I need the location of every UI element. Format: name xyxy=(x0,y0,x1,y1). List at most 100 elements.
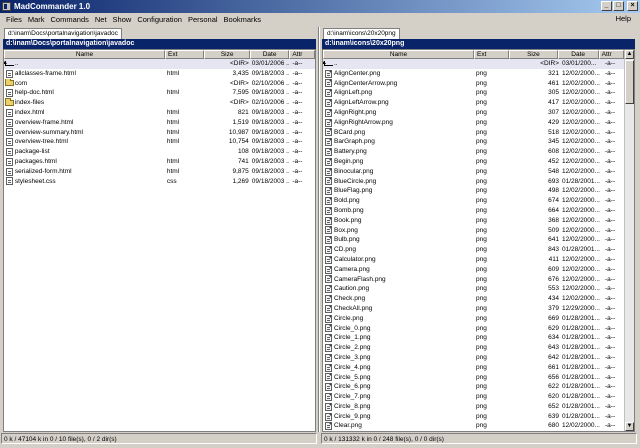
left-file-list[interactable]: Name Ext Size Date Attr .. <DIR> 03/01/200… xyxy=(3,49,316,432)
image-file-icon xyxy=(323,157,334,167)
file-row[interactable]: Calculator.png png 411 12/02/2000... -a-- xyxy=(323,255,634,265)
minimize-button[interactable]: _ xyxy=(601,1,612,11)
file-row[interactable]: Circle_2.png png 643 01/28/2001... -a-- xyxy=(323,343,634,353)
file-row[interactable]: .. <DIR> 03/01/200... -a-- xyxy=(323,59,634,69)
file-row[interactable]: Check.png png 434 12/02/2000... -a-- xyxy=(323,294,634,304)
column-ext[interactable]: Ext xyxy=(165,50,205,59)
file-row[interactable]: Circle_1.png png 634 01/28/2001... -a-- xyxy=(323,333,634,343)
column-name[interactable]: Name xyxy=(4,50,165,59)
file-row[interactable]: Circle_3.png png 642 01/28/2001... -a-- xyxy=(323,353,634,363)
file-row[interactable]: AlignRight.png png 307 12/02/2000... -a-- xyxy=(323,108,634,118)
file-row[interactable]: Circle_5.png png 656 01/28/2001... -a-- xyxy=(323,373,634,383)
file-row[interactable]: Box.png png 509 12/02/2000... -a-- xyxy=(323,226,634,236)
cell-size: 661 xyxy=(548,363,559,371)
menu-mark[interactable]: Mark xyxy=(25,15,48,24)
file-row[interactable]: Circle_7.png png 620 01/28/2001... -a-- xyxy=(323,392,634,402)
column-attr[interactable]: Attr xyxy=(289,50,315,59)
file-row[interactable]: Caution.png png 553 12/02/2000... -a-- xyxy=(323,284,634,294)
column-date[interactable]: Date xyxy=(557,50,599,59)
title-bar[interactable]: MadCommander 1.0 _ □ × xyxy=(0,0,640,13)
menu-personal[interactable]: Personal xyxy=(185,15,221,24)
cell-name: Camera.png xyxy=(334,265,370,273)
file-row[interactable]: index-files <DIR> 02/10/2006 ... -a-- xyxy=(4,98,315,108)
file-row[interactable]: overview-summary.html html 10,987 09/18/200… xyxy=(4,128,315,138)
file-row[interactable]: AlignLeftArrow.png png 417 12/02/2000... -a-… xyxy=(323,98,634,108)
right-file-list[interactable]: Name Ext Size Date Attr .. <DIR> 03/01/200… xyxy=(322,49,635,432)
right-scrollbar[interactable]: ▲ ▼ xyxy=(624,50,634,431)
file-row[interactable]: AlignCenter.png png 321 12/02/2000... -a-- xyxy=(323,69,634,79)
file-row[interactable]: BlueFlag.png png 498 12/02/2000... -a-- xyxy=(323,186,634,196)
file-row[interactable]: packages.html html 741 09/18/2003 ... -a-- xyxy=(4,157,315,167)
file-row[interactable]: Bulb.png png 641 12/02/2000... -a-- xyxy=(323,235,634,245)
file-row[interactable]: Circle_8.png png 652 01/28/2001... -a-- xyxy=(323,402,634,412)
close-button[interactable]: × xyxy=(627,1,638,11)
column-name[interactable]: Name xyxy=(323,50,474,59)
file-row[interactable]: AlignCenterArrow.png png 461 12/02/2000... -… xyxy=(323,79,634,89)
file-row[interactable]: CheckAll.png png 379 12/29/2000... -a-- xyxy=(323,304,634,314)
column-size[interactable]: Size xyxy=(204,50,250,59)
panel-splitter[interactable] xyxy=(318,27,320,432)
left-tab[interactable]: d:\inam\Docs\portalnavigation\javadoc xyxy=(4,28,122,39)
file-row[interactable]: CD.png png 843 01/28/2001... -a-- xyxy=(323,245,634,255)
file-row[interactable]: AlignRightArrow.png png 429 12/02/2000... -a… xyxy=(323,118,634,128)
image-file-icon xyxy=(323,343,334,353)
column-date[interactable]: Date xyxy=(249,50,290,59)
maximize-button[interactable]: □ xyxy=(613,1,624,11)
file-icon xyxy=(4,128,15,138)
file-row[interactable]: BlueCircle.png png 693 01/28/2001... -a-- xyxy=(323,177,634,187)
file-row[interactable]: Book.png png 368 12/02/2000... -a-- xyxy=(323,216,634,226)
file-row[interactable]: Circle.png png 669 01/28/2001... -a-- xyxy=(323,314,634,324)
left-path-bar[interactable]: d:\inam\Docs\portalnavigation\javadoc xyxy=(3,39,316,49)
right-tab[interactable]: d:\inam\icons\20x20png xyxy=(323,28,400,39)
file-row[interactable]: com <DIR> 02/10/2006 ... -a-- xyxy=(4,78,315,89)
file-row[interactable]: Begin.png png 452 12/02/2000... -a-- xyxy=(323,157,634,167)
file-row[interactable]: Circle_6.png png 622 01/28/2001... -a-- xyxy=(323,382,634,392)
file-row[interactable]: BCard.png png 518 12/02/2000... -a-- xyxy=(323,128,634,138)
file-row[interactable]: Circle_0.png png 629 01/28/2001... -a-- xyxy=(323,324,634,334)
image-file-icon xyxy=(323,98,334,108)
file-row[interactable]: CameraFlash.png png 676 12/02/2000... -a-- xyxy=(323,275,634,285)
file-row[interactable]: allclasses-frame.html html 3,435 09/18/2003… xyxy=(4,69,315,79)
cell-date: 03/01/200... xyxy=(562,60,597,67)
right-tab-bar: d:\inam\icons\20x20png xyxy=(322,27,635,39)
column-size[interactable]: Size xyxy=(509,50,558,59)
file-row[interactable]: stylesheet.css css 1,269 09/18/2003 ... -a-- xyxy=(4,177,315,187)
file-row[interactable]: Bold.png png 674 12/02/2000... -a-- xyxy=(323,196,634,206)
column-ext[interactable]: Ext xyxy=(474,50,510,59)
scroll-thumb[interactable] xyxy=(625,60,634,104)
menu-commands[interactable]: Commands xyxy=(48,15,92,24)
scroll-up-button[interactable]: ▲ xyxy=(625,50,634,59)
file-row[interactable]: Clear.png png 680 12/02/2000... -a-- xyxy=(323,421,634,431)
file-row[interactable]: AlignLeft.png png 305 12/02/2000... -a-- xyxy=(323,88,634,98)
cell-name: index.html xyxy=(14,108,45,116)
file-row[interactable]: Bomb.png png 664 12/02/2000... -a-- xyxy=(323,206,634,216)
cell-date: 12/02/2000... xyxy=(562,108,600,116)
app-icon[interactable] xyxy=(2,2,11,11)
menu-configuration[interactable]: Configuration xyxy=(134,15,185,24)
menu-bookmarks[interactable]: Bookmarks xyxy=(221,15,265,24)
file-row[interactable]: Battery.png png 608 12/02/2000... -a-- xyxy=(323,147,634,157)
file-row[interactable]: package-list 108 09/18/2003 ... -a-- xyxy=(4,147,315,157)
file-row[interactable]: Camera.png png 609 12/02/2000... -a-- xyxy=(323,265,634,275)
right-path-bar[interactable]: d:\inam\icons\20x20png xyxy=(322,39,635,49)
file-row[interactable]: .. <DIR> 03/01/2006 ... -a-- xyxy=(4,59,315,69)
cell-size: 461 xyxy=(548,79,559,87)
menu-help[interactable]: Help xyxy=(613,14,634,23)
column-attr[interactable]: Attr xyxy=(598,50,624,59)
menu-files[interactable]: Files xyxy=(3,15,25,24)
file-row[interactable]: Circle_4.png png 661 01/28/2001... -a-- xyxy=(323,363,634,373)
file-row[interactable]: serialized-form.html html 9,875 09/18/2003 … xyxy=(4,167,315,177)
file-row[interactable]: Binocular.png png 548 12/02/2000... -a-- xyxy=(323,167,634,177)
scroll-down-button[interactable]: ▼ xyxy=(625,422,634,431)
cell-size: 642 xyxy=(548,353,559,361)
file-row[interactable]: BarGraph.png png 345 12/02/2000... -a-- xyxy=(323,137,634,147)
file-row[interactable]: index.html html 821 09/18/2003 ... -a-- xyxy=(4,108,315,118)
cell-name: AlignCenterArrow.png xyxy=(334,79,398,87)
file-row[interactable]: help-doc.html html 7,595 09/18/2003 ... -a-- xyxy=(4,88,315,98)
menu-net[interactable]: Net xyxy=(92,15,110,24)
file-row[interactable]: overview-tree.html html 10,754 09/18/2003 .… xyxy=(4,137,315,147)
file-row[interactable]: overview-frame.html html 1,519 09/18/2003 .… xyxy=(4,118,315,128)
cell-size: 634 xyxy=(548,334,559,342)
file-row[interactable]: Circle_9.png png 639 01/28/2001... -a-- xyxy=(323,412,634,422)
menu-show[interactable]: Show xyxy=(110,15,135,24)
